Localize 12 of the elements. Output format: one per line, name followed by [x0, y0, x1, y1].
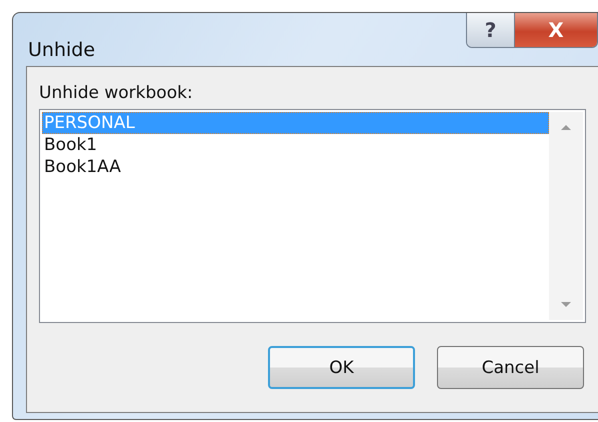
help-button[interactable]: ?	[467, 13, 515, 47]
scrollbar[interactable]	[549, 112, 583, 320]
scroll-down-icon[interactable]	[560, 301, 572, 308]
scroll-up-icon[interactable]	[560, 124, 572, 131]
dialog-button[interactable]: OK	[268, 346, 415, 389]
close-button[interactable]: X	[515, 13, 597, 47]
list-item[interactable]: Book1	[42, 134, 549, 156]
window-title: Unhide	[28, 39, 96, 61]
dialog-button[interactable]: Cancel	[437, 346, 584, 389]
workbook-listbox[interactable]: PERSONAL Book1 Book1AA	[39, 109, 586, 323]
list-label: Unhide workbook:	[39, 83, 194, 103]
list-item[interactable]: Book1AA	[42, 156, 549, 178]
